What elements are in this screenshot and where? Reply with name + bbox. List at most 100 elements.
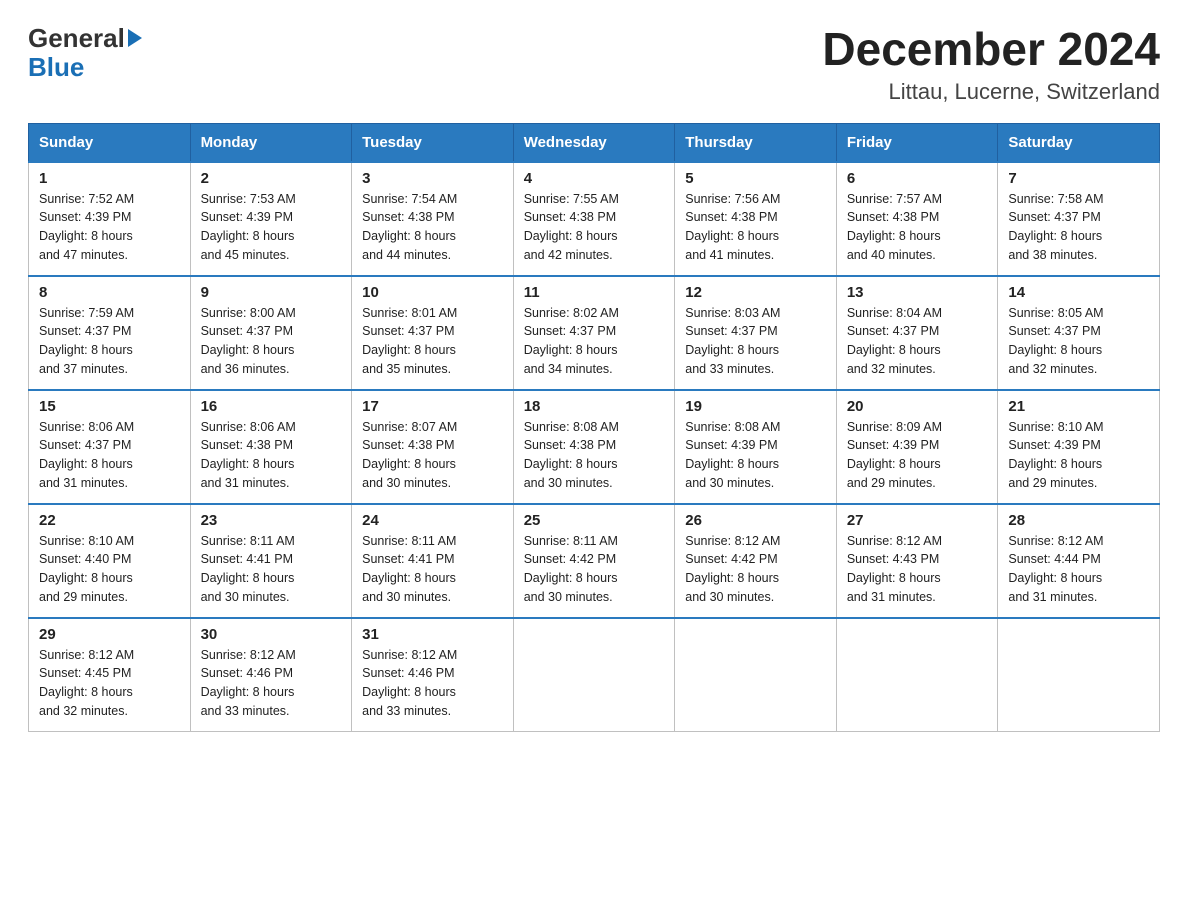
day-info: Sunrise: 8:11 AMSunset: 4:41 PMDaylight:… xyxy=(362,534,456,604)
day-number: 22 xyxy=(39,512,180,529)
calendar-cell: 11Sunrise: 8:02 AMSunset: 4:37 PMDayligh… xyxy=(513,276,675,390)
day-info: Sunrise: 8:12 AMSunset: 4:46 PMDaylight:… xyxy=(201,648,296,718)
col-header-sunday: Sunday xyxy=(29,123,191,162)
day-info: Sunrise: 8:06 AMSunset: 4:38 PMDaylight:… xyxy=(201,420,296,490)
day-number: 11 xyxy=(524,284,665,301)
day-number: 17 xyxy=(362,398,503,415)
day-number: 19 xyxy=(685,398,826,415)
page-title: December 2024 xyxy=(822,24,1160,75)
calendar-cell: 6 Sunrise: 7:57 AMSunset: 4:38 PMDaylight… xyxy=(836,162,998,276)
col-header-wednesday: Wednesday xyxy=(513,123,675,162)
day-info: Sunrise: 8:05 AMSunset: 4:37 PMDaylight:… xyxy=(1008,306,1103,376)
calendar-cell: 12 Sunrise: 8:03 AMSunset: 4:37 PMDayligh… xyxy=(675,276,837,390)
calendar-cell: 10Sunrise: 8:01 AMSunset: 4:37 PMDayligh… xyxy=(352,276,514,390)
calendar-cell xyxy=(675,618,837,732)
logo-arrow-icon xyxy=(128,29,142,47)
calendar-cell xyxy=(513,618,675,732)
day-info: Sunrise: 8:12 AMSunset: 4:42 PMDaylight:… xyxy=(685,534,780,604)
day-info: Sunrise: 7:54 AMSunset: 4:38 PMDaylight:… xyxy=(362,192,457,262)
calendar-cell: 30Sunrise: 8:12 AMSunset: 4:46 PMDayligh… xyxy=(190,618,352,732)
calendar-cell xyxy=(836,618,998,732)
calendar-table: SundayMondayTuesdayWednesdayThursdayFrid… xyxy=(28,123,1160,732)
page-header: General Blue December 2024 Littau, Lucer… xyxy=(28,24,1160,105)
day-number: 3 xyxy=(362,170,503,187)
day-number: 25 xyxy=(524,512,665,529)
logo-general: General xyxy=(28,24,125,53)
day-number: 12 xyxy=(685,284,826,301)
calendar-cell: 19 Sunrise: 8:08 AMSunset: 4:39 PMDayligh… xyxy=(675,390,837,504)
day-info: Sunrise: 7:55 AMSunset: 4:38 PMDaylight:… xyxy=(524,192,619,262)
day-number: 31 xyxy=(362,626,503,643)
day-number: 7 xyxy=(1008,170,1149,187)
day-info: Sunrise: 8:10 AMSunset: 4:39 PMDaylight:… xyxy=(1008,420,1103,490)
calendar-cell: 9Sunrise: 8:00 AMSunset: 4:37 PMDaylight… xyxy=(190,276,352,390)
col-header-friday: Friday xyxy=(836,123,998,162)
day-info: Sunrise: 8:06 AMSunset: 4:37 PMDaylight:… xyxy=(39,420,134,490)
col-header-thursday: Thursday xyxy=(675,123,837,162)
day-info: Sunrise: 8:10 AMSunset: 4:40 PMDaylight:… xyxy=(39,534,134,604)
logo-blue: Blue xyxy=(28,52,84,82)
calendar-header-row: SundayMondayTuesdayWednesdayThursdayFrid… xyxy=(29,123,1160,162)
calendar-week-row: 8 Sunrise: 7:59 AMSunset: 4:37 PMDaylight… xyxy=(29,276,1160,390)
day-number: 6 xyxy=(847,170,988,187)
calendar-cell: 25 Sunrise: 8:11 AMSunset: 4:42 PMDayligh… xyxy=(513,504,675,618)
day-info: Sunrise: 8:04 AMSunset: 4:37 PMDaylight:… xyxy=(847,306,942,376)
calendar-cell: 24 Sunrise: 8:11 AMSunset: 4:41 PMDayligh… xyxy=(352,504,514,618)
day-number: 14 xyxy=(1008,284,1149,301)
day-number: 5 xyxy=(685,170,826,187)
calendar-cell: 13 Sunrise: 8:04 AMSunset: 4:37 PMDayligh… xyxy=(836,276,998,390)
calendar-cell: 5 Sunrise: 7:56 AMSunset: 4:38 PMDaylight… xyxy=(675,162,837,276)
day-number: 23 xyxy=(201,512,342,529)
day-info: Sunrise: 8:11 AMSunset: 4:41 PMDaylight:… xyxy=(201,534,295,604)
calendar-cell: 20 Sunrise: 8:09 AMSunset: 4:39 PMDayligh… xyxy=(836,390,998,504)
day-info: Sunrise: 8:12 AMSunset: 4:44 PMDaylight:… xyxy=(1008,534,1103,604)
day-number: 20 xyxy=(847,398,988,415)
calendar-cell: 18 Sunrise: 8:08 AMSunset: 4:38 PMDayligh… xyxy=(513,390,675,504)
day-number: 27 xyxy=(847,512,988,529)
calendar-cell: 7 Sunrise: 7:58 AMSunset: 4:37 PMDaylight… xyxy=(998,162,1160,276)
day-number: 13 xyxy=(847,284,988,301)
page-subtitle: Littau, Lucerne, Switzerland xyxy=(822,79,1160,105)
day-info: Sunrise: 7:58 AMSunset: 4:37 PMDaylight:… xyxy=(1008,192,1103,262)
calendar-cell: 27Sunrise: 8:12 AMSunset: 4:43 PMDayligh… xyxy=(836,504,998,618)
day-number: 28 xyxy=(1008,512,1149,529)
day-number: 16 xyxy=(201,398,342,415)
calendar-cell: 31 Sunrise: 8:12 AMSunset: 4:46 PMDayligh… xyxy=(352,618,514,732)
day-number: 26 xyxy=(685,512,826,529)
title-block: December 2024 Littau, Lucerne, Switzerla… xyxy=(822,24,1160,105)
day-info: Sunrise: 8:08 AMSunset: 4:38 PMDaylight:… xyxy=(524,420,619,490)
calendar-cell: 16 Sunrise: 8:06 AMSunset: 4:38 PMDayligh… xyxy=(190,390,352,504)
calendar-cell: 29 Sunrise: 8:12 AMSunset: 4:45 PMDayligh… xyxy=(29,618,191,732)
calendar-cell: 15 Sunrise: 8:06 AMSunset: 4:37 PMDayligh… xyxy=(29,390,191,504)
calendar-cell xyxy=(998,618,1160,732)
day-info: Sunrise: 8:09 AMSunset: 4:39 PMDaylight:… xyxy=(847,420,942,490)
day-number: 29 xyxy=(39,626,180,643)
day-info: Sunrise: 8:03 AMSunset: 4:37 PMDaylight:… xyxy=(685,306,780,376)
day-info: Sunrise: 7:52 AMSunset: 4:39 PMDaylight:… xyxy=(39,192,134,262)
day-number: 4 xyxy=(524,170,665,187)
day-info: Sunrise: 8:08 AMSunset: 4:39 PMDaylight:… xyxy=(685,420,780,490)
day-number: 24 xyxy=(362,512,503,529)
col-header-monday: Monday xyxy=(190,123,352,162)
day-info: Sunrise: 8:11 AMSunset: 4:42 PMDaylight:… xyxy=(524,534,618,604)
calendar-cell: 21 Sunrise: 8:10 AMSunset: 4:39 PMDayligh… xyxy=(998,390,1160,504)
day-info: Sunrise: 8:12 AMSunset: 4:45 PMDaylight:… xyxy=(39,648,134,718)
day-info: Sunrise: 8:00 AMSunset: 4:37 PMDaylight:… xyxy=(201,306,296,376)
logo: General Blue xyxy=(28,24,142,81)
calendar-cell: 14 Sunrise: 8:05 AMSunset: 4:37 PMDayligh… xyxy=(998,276,1160,390)
day-number: 1 xyxy=(39,170,180,187)
day-info: Sunrise: 7:57 AMSunset: 4:38 PMDaylight:… xyxy=(847,192,942,262)
calendar-cell: 26 Sunrise: 8:12 AMSunset: 4:42 PMDayligh… xyxy=(675,504,837,618)
day-number: 18 xyxy=(524,398,665,415)
day-info: Sunrise: 8:12 AMSunset: 4:46 PMDaylight:… xyxy=(362,648,457,718)
day-number: 15 xyxy=(39,398,180,415)
day-number: 8 xyxy=(39,284,180,301)
day-info: Sunrise: 7:59 AMSunset: 4:37 PMDaylight:… xyxy=(39,306,134,376)
calendar-week-row: 29 Sunrise: 8:12 AMSunset: 4:45 PMDayligh… xyxy=(29,618,1160,732)
calendar-week-row: 1 Sunrise: 7:52 AMSunset: 4:39 PMDaylight… xyxy=(29,162,1160,276)
col-header-saturday: Saturday xyxy=(998,123,1160,162)
calendar-cell: 17Sunrise: 8:07 AMSunset: 4:38 PMDayligh… xyxy=(352,390,514,504)
day-number: 21 xyxy=(1008,398,1149,415)
day-info: Sunrise: 7:56 AMSunset: 4:38 PMDaylight:… xyxy=(685,192,780,262)
calendar-cell: 8 Sunrise: 7:59 AMSunset: 4:37 PMDaylight… xyxy=(29,276,191,390)
